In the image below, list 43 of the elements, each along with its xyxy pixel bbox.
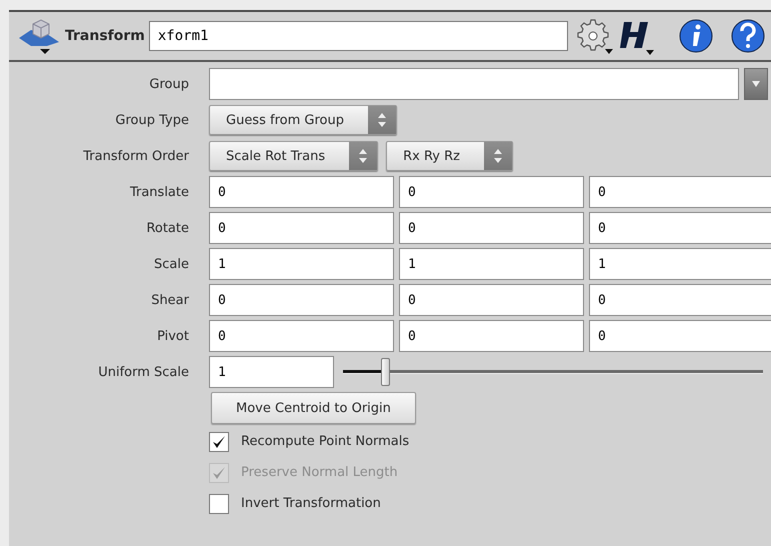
parameter-label: Translate bbox=[128, 184, 189, 200]
up-down-arrows-icon bbox=[492, 148, 503, 164]
parameter-label: Uniform Scale bbox=[97, 364, 189, 380]
checkbox[interactable] bbox=[209, 494, 229, 514]
value-field[interactable]: 0 bbox=[589, 320, 771, 352]
value-field[interactable]: 0 bbox=[209, 320, 394, 352]
value-field[interactable]: 0 bbox=[399, 284, 584, 316]
parameter-label: Transform Order bbox=[82, 148, 189, 164]
parameter-label: Group bbox=[148, 76, 189, 92]
group-field[interactable] bbox=[209, 68, 739, 100]
checkbox-label: Recompute Point Normals bbox=[241, 434, 410, 449]
node-name-field[interactable]: xform1 bbox=[148, 21, 568, 51]
caret-icon bbox=[751, 80, 761, 88]
up-down-arrows-icon bbox=[358, 148, 368, 164]
value-field[interactable]: 1 bbox=[209, 356, 334, 388]
menu-dropdown[interactable]: Guess from Group bbox=[209, 105, 397, 135]
value-field[interactable]: 1 bbox=[589, 248, 771, 280]
value-field[interactable]: 0 bbox=[209, 176, 394, 208]
value-field[interactable]: 1 bbox=[209, 248, 394, 280]
up-down-arrows-icon bbox=[376, 112, 387, 128]
menu-dropdown[interactable]: Rx Ry Rz bbox=[386, 141, 513, 171]
checkbox-label: Invert Transformation bbox=[241, 496, 381, 511]
menu-dropdown[interactable]: Scale Rot Trans bbox=[209, 141, 378, 171]
value-field[interactable]: 0 bbox=[589, 284, 771, 316]
node-type-label: Transform bbox=[65, 28, 145, 44]
parameter-label: Scale bbox=[153, 256, 189, 272]
checkbox-label: Preserve Normal Length bbox=[241, 465, 398, 480]
parameter-label: Pivot bbox=[156, 328, 189, 344]
value-field[interactable]: 0 bbox=[399, 212, 584, 244]
parameter-label: Rotate bbox=[145, 220, 189, 236]
value-field[interactable]: 0 bbox=[399, 176, 584, 208]
parameter-label: Shear bbox=[150, 292, 189, 308]
value-field[interactable]: 0 bbox=[209, 284, 394, 316]
value-field[interactable]: 0 bbox=[589, 176, 771, 208]
value-field[interactable]: 0 bbox=[399, 320, 584, 352]
parameter-label: Group Type bbox=[114, 112, 189, 128]
value-field[interactable]: 1 bbox=[399, 248, 584, 280]
action-button[interactable]: Move Centroid to Origin bbox=[211, 392, 416, 424]
checkbox[interactable] bbox=[209, 432, 229, 452]
value-field[interactable]: 0 bbox=[589, 212, 771, 244]
slider-handle[interactable] bbox=[381, 358, 390, 386]
dropdown-button[interactable] bbox=[744, 68, 768, 100]
value-field[interactable]: 0 bbox=[209, 212, 394, 244]
